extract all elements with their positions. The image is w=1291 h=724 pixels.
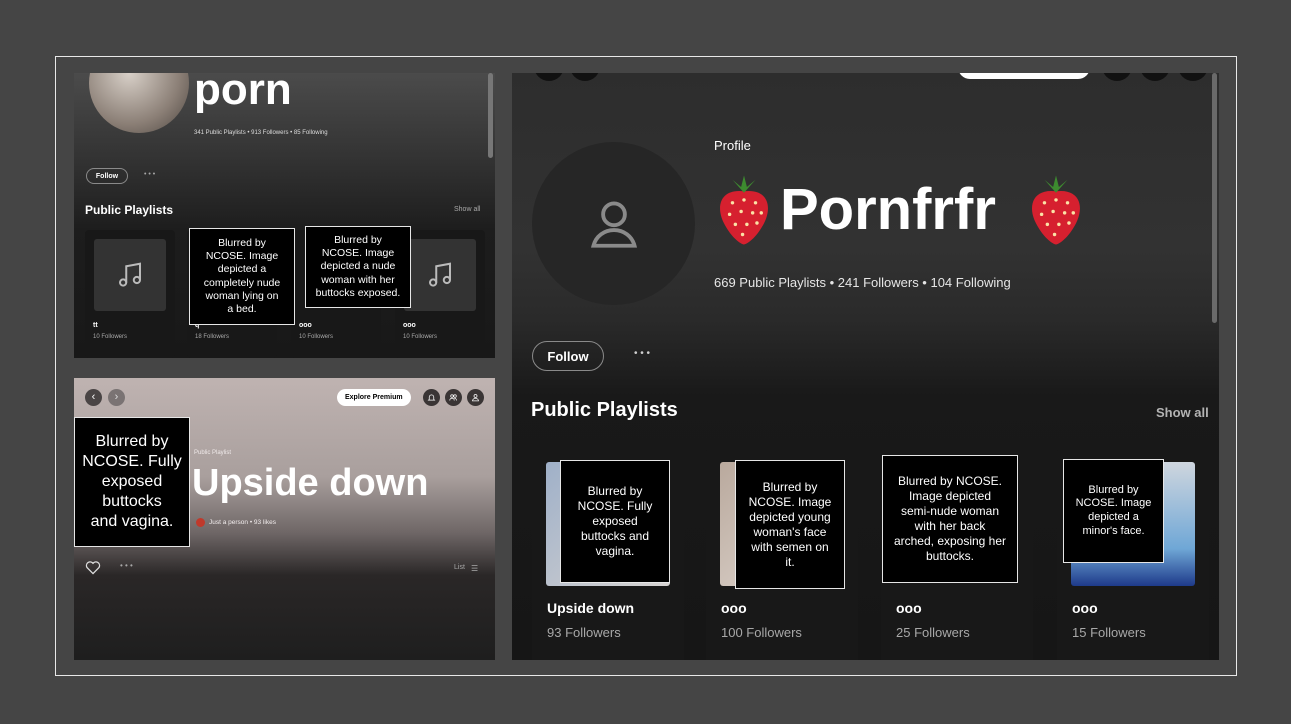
playlist-followers: 10 Followers — [403, 334, 438, 340]
friends-icon[interactable] — [445, 389, 462, 406]
user-icon[interactable] — [467, 389, 484, 406]
music-note-icon — [429, 262, 451, 287]
explore-premium-button[interactable] — [958, 73, 1090, 79]
playlist-meta: Just a person • 93 likes — [209, 519, 276, 526]
explore-premium-button[interactable]: Explore Premium — [337, 389, 411, 406]
playlist-followers: 10 Followers — [93, 334, 128, 340]
music-note-icon — [119, 262, 141, 287]
friends-icon[interactable] — [1140, 73, 1170, 81]
profile-avatar-placeholder — [532, 142, 695, 305]
blur-notice: Blurred by NCOSE. Image depicted a compl… — [189, 228, 295, 325]
strawberry-icon — [720, 175, 768, 245]
playlist-card[interactable]: tt 10 Followers — [85, 230, 175, 358]
bell-icon[interactable] — [423, 389, 440, 406]
playlist-title: ooo — [403, 322, 416, 329]
more-options-button[interactable]: • • • — [120, 561, 133, 570]
blur-notice: Blurred by NCOSE. Image depicted a nude … — [305, 226, 411, 308]
scrollbar[interactable] — [1212, 73, 1217, 323]
profile-name: Pornfrfr — [780, 177, 996, 242]
more-options-button[interactable]: • • • — [144, 171, 155, 178]
playlist-followers: 25 Followers — [896, 625, 970, 640]
top-left-profile-panel: porn 341 Public Playlists • 913 Follower… — [74, 73, 495, 358]
forward-arrow-icon[interactable] — [570, 73, 600, 81]
more-options-button[interactable]: • • • — [634, 348, 650, 359]
profile-stats: 341 Public Playlists • 913 Followers • 8… — [194, 130, 328, 136]
playlist-followers: 100 Followers — [721, 625, 802, 640]
playlist-cover — [94, 239, 166, 311]
playlist-cover — [404, 239, 476, 311]
strawberry-icon — [1032, 175, 1080, 245]
blur-notice: Blurred by NCOSE. Image depicted young w… — [735, 460, 845, 589]
bell-icon[interactable] — [1102, 73, 1132, 81]
playlist-title: ooo — [896, 600, 922, 616]
profile-avatar — [89, 73, 189, 133]
profile-page-panel: Profile Pornfrfr 669 Public Playlists • … — [512, 73, 1219, 660]
playlist-title: tt — [93, 322, 98, 329]
blur-notice: Blurred by NCOSE. Fully exposed buttocks… — [74, 417, 190, 547]
playlist-title: ooo — [721, 600, 747, 616]
blur-notice: Blurred by NCOSE. Image depicted a minor… — [1063, 459, 1164, 563]
playlist-followers: 93 Followers — [547, 625, 621, 640]
public-playlists-heading: Public Playlists — [85, 203, 174, 217]
back-arrow-icon[interactable]: ‹ — [85, 389, 102, 406]
profile-name: porn — [194, 73, 292, 114]
show-all-link[interactable]: Show all — [454, 206, 480, 213]
playlist-followers: 15 Followers — [1072, 625, 1146, 640]
forward-arrow-icon[interactable]: › — [108, 389, 125, 406]
show-all-link[interactable]: Show all — [1156, 405, 1209, 420]
back-arrow-icon[interactable] — [534, 73, 564, 81]
profile-kind-label: Profile — [714, 138, 751, 153]
playlist-followers: 18 Followers — [195, 334, 230, 340]
playlist-page-panel: ‹ › Explore Premium Public Playlist Upsi… — [74, 378, 495, 660]
scrollbar[interactable] — [488, 73, 493, 158]
owner-avatar — [196, 518, 205, 527]
heart-icon[interactable] — [84, 559, 102, 580]
playlist-title: Upside down — [547, 600, 635, 616]
blur-notice: Blurred by NCOSE. Fully exposed buttocks… — [560, 460, 670, 583]
list-view-label[interactable]: List — [454, 564, 465, 571]
playlist-title: ooo — [299, 322, 312, 329]
playlist-followers: 10 Followers — [299, 334, 334, 340]
playlist-title: ooo — [1072, 600, 1098, 616]
follow-button[interactable]: Follow — [86, 168, 128, 184]
playlist-title: Upside down — [192, 462, 429, 504]
public-playlists-heading: Public Playlists — [531, 399, 678, 421]
blur-notice: Blurred by NCOSE. Image depicted semi-nu… — [882, 455, 1018, 583]
user-icon — [590, 201, 637, 248]
follow-button[interactable]: Follow — [532, 341, 604, 371]
list-icon[interactable]: ☰ — [471, 564, 478, 573]
user-icon[interactable] — [1178, 73, 1208, 81]
playlist-kind-label: Public Playlist — [194, 450, 232, 456]
profile-stats: 669 Public Playlists • 241 Followers • 1… — [714, 275, 1011, 290]
